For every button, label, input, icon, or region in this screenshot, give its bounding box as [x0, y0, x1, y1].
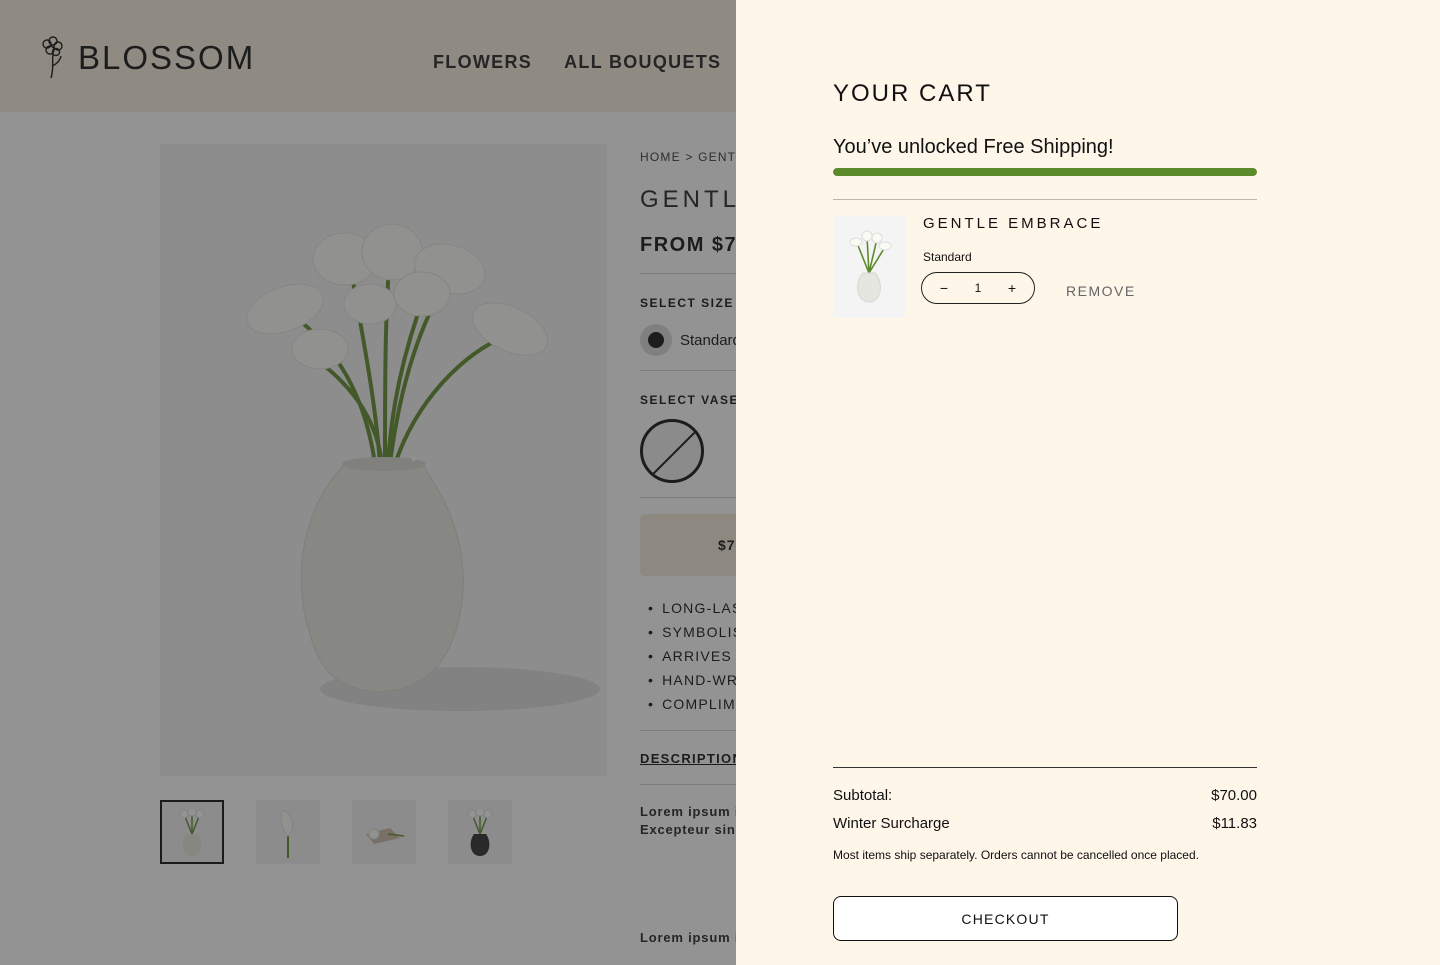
- cart-drawer: YOUR CART You’ve unlocked Free Shipping!…: [736, 0, 1440, 965]
- quantity-value: 1: [974, 281, 982, 295]
- surcharge-value: $11.83: [1212, 815, 1257, 832]
- surcharge-row: Winter Surcharge $11.83: [833, 815, 1257, 832]
- free-shipping-message: You’ve unlocked Free Shipping!: [833, 136, 1114, 158]
- remove-item-link[interactable]: REMOVE: [1066, 283, 1136, 299]
- subtotal-value: $70.00: [1211, 787, 1257, 804]
- page-overlay[interactable]: [0, 0, 736, 965]
- quantity-stepper: − 1 +: [921, 272, 1035, 304]
- cart-item-image[interactable]: [833, 216, 905, 318]
- surcharge-label: Winter Surcharge: [833, 815, 950, 832]
- checkout-button[interactable]: CHECKOUT: [833, 896, 1178, 941]
- shipping-progress-fill: [833, 168, 1257, 176]
- cart-item-name[interactable]: GENTLE EMBRACE: [923, 215, 1103, 232]
- shipping-note: Most items ship separately. Orders canno…: [833, 848, 1199, 862]
- decrease-quantity-button[interactable]: −: [936, 280, 952, 296]
- divider: [833, 199, 1257, 200]
- cart-item-variant: Standard: [923, 250, 972, 264]
- increase-quantity-button[interactable]: +: [1004, 280, 1020, 296]
- cart-title: YOUR CART: [833, 80, 992, 107]
- divider: [833, 767, 1257, 768]
- subtotal-label: Subtotal:: [833, 787, 893, 804]
- vase-bouquet-icon: [849, 230, 892, 303]
- subtotal-row: Subtotal: $70.00: [833, 787, 1257, 804]
- shipping-progress-bar: [833, 168, 1257, 176]
